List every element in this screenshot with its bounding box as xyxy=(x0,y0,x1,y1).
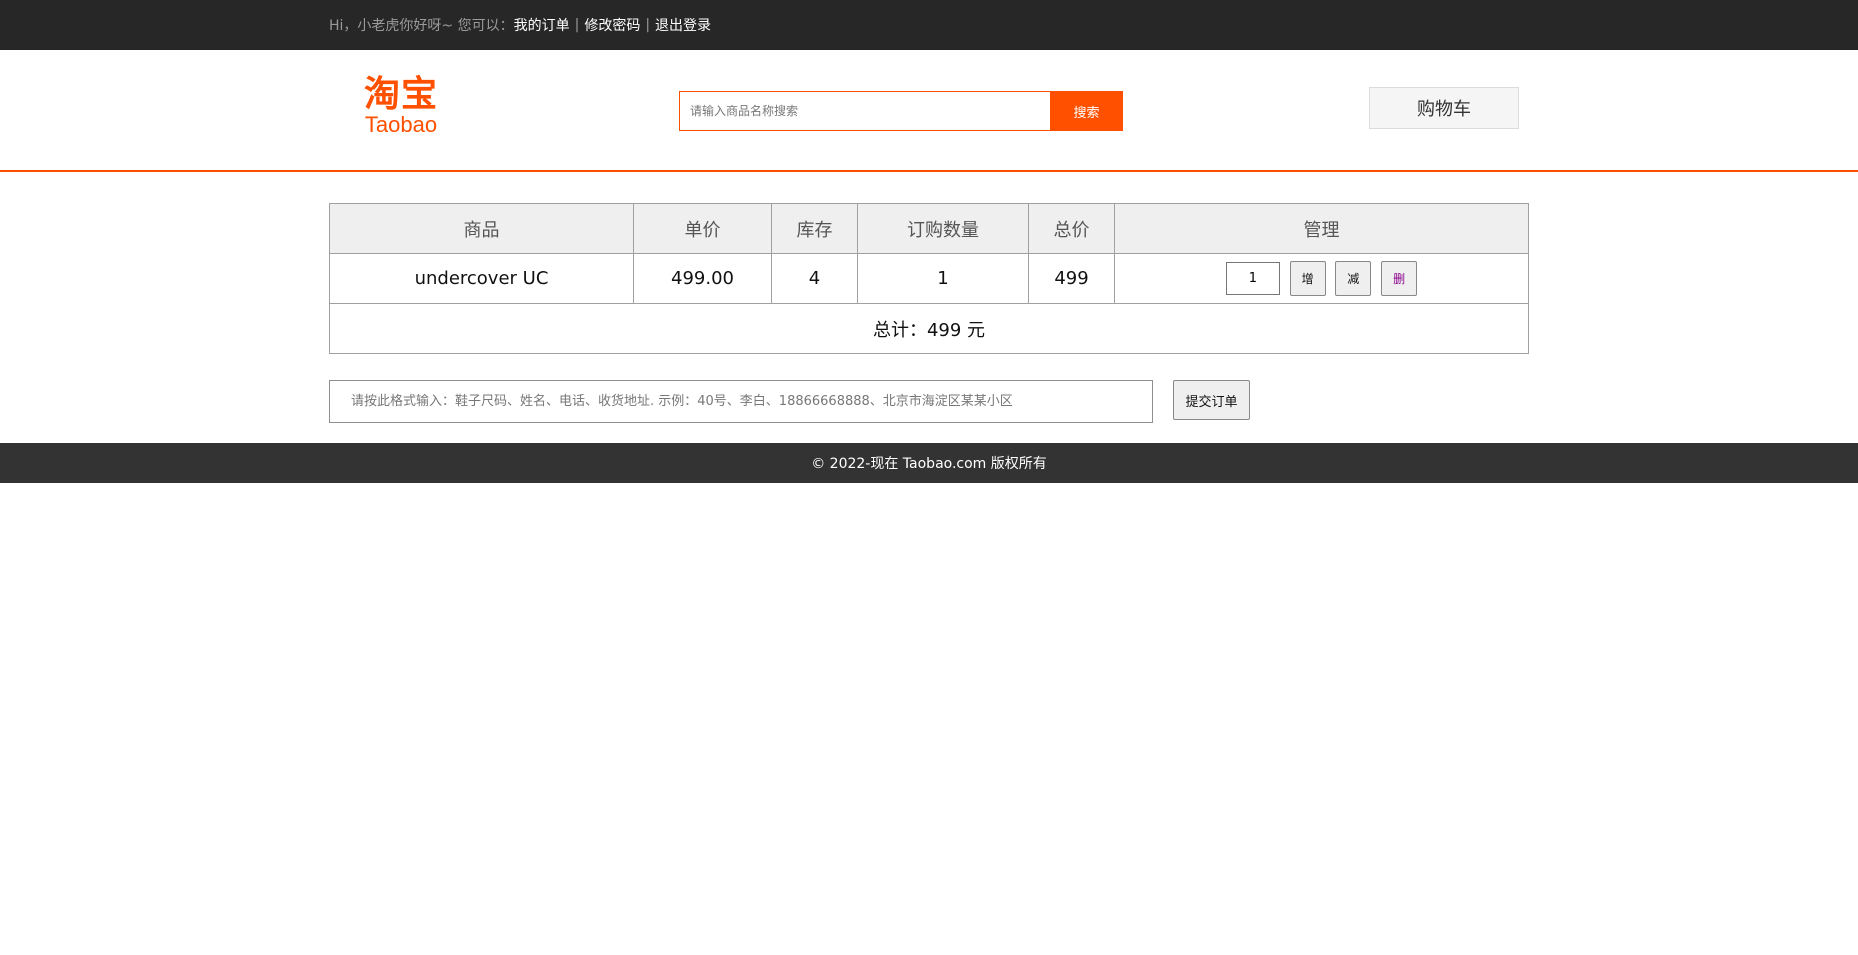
column-header-quantity: 订购数量 xyxy=(857,203,1029,254)
submit-order-button[interactable]: 提交订单 xyxy=(1173,380,1250,420)
top-bar: Hi，小老虎你好呀~ 您可以： 我的订单 | 修改密码 | 退出登录 xyxy=(0,0,1858,50)
cart-total: 总计：499 元 xyxy=(329,303,1529,354)
cart-button[interactable]: 购物车 xyxy=(1369,87,1519,129)
product-name: undercover UC xyxy=(329,253,634,304)
nav-separator: | xyxy=(645,17,651,33)
nav-separator: | xyxy=(574,17,580,33)
cart-table: 商品 单价 库存 订购数量 总价 管理 undercover UC 499.00… xyxy=(329,203,1529,354)
table-row: undercover UC 499.00 4 1 499 增 减 删 xyxy=(329,253,1529,304)
site-header: 淘宝 Taobao 搜索 购物车 xyxy=(0,50,1858,172)
increase-button[interactable]: 增 xyxy=(1289,261,1326,296)
greeting-text: Hi，小老虎你好呀~ 您可以： xyxy=(329,18,514,34)
unit-price: 499.00 xyxy=(633,253,772,304)
column-header-stock: 库存 xyxy=(771,203,858,254)
user-nav: Hi，小老虎你好呀~ 您可以： 我的订单 | 修改密码 | 退出登录 xyxy=(329,0,711,50)
logo-english: Taobao xyxy=(364,112,438,137)
taobao-logo[interactable]: 淘宝 Taobao xyxy=(356,76,446,138)
quantity-input[interactable] xyxy=(1225,262,1280,295)
column-header-manage: 管理 xyxy=(1114,203,1529,254)
search-button[interactable]: 搜索 xyxy=(1050,91,1123,131)
stock-count: 4 xyxy=(771,253,858,304)
summary-row: 总计：499 元 xyxy=(329,303,1529,354)
row-total: 499 xyxy=(1028,253,1115,304)
site-footer: © 2022-现在 Taobao.com 版权所有 xyxy=(0,443,1858,483)
change-password-link[interactable]: 修改密码 xyxy=(584,15,640,35)
shipping-info-input[interactable] xyxy=(329,380,1153,423)
my-orders-link[interactable]: 我的订单 xyxy=(514,15,570,35)
decrease-button[interactable]: 减 xyxy=(1335,261,1372,296)
table-header-row: 商品 单价 库存 订购数量 总价 管理 xyxy=(329,203,1529,254)
search-input[interactable] xyxy=(679,91,1050,131)
order-quantity: 1 xyxy=(857,253,1029,304)
delete-button[interactable]: 删 xyxy=(1381,261,1418,296)
column-header-unit-price: 单价 xyxy=(633,203,772,254)
column-header-total: 总价 xyxy=(1028,203,1115,254)
search-bar: 搜索 xyxy=(679,91,1123,131)
column-header-product: 商品 xyxy=(329,203,634,254)
logo-chinese: 淘宝 xyxy=(363,74,438,115)
logout-link[interactable]: 退出登录 xyxy=(655,15,711,35)
manage-cell: 增 减 删 xyxy=(1114,253,1529,304)
copyright-text: © 2022-现在 Taobao.com 版权所有 xyxy=(811,456,1047,472)
